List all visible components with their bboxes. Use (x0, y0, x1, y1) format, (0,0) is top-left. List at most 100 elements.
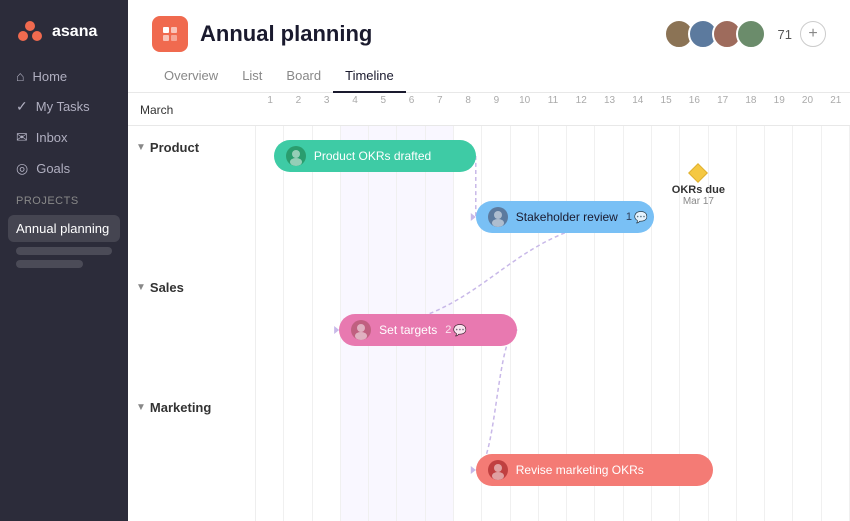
task-bar-set-targets[interactable]: Set targets 2 💬 (339, 314, 517, 346)
date-cell-5: 5 (369, 95, 397, 106)
task-label-product-okrs: Product OKRs drafted (314, 149, 431, 163)
milestone-diamond (688, 163, 708, 183)
header-left: Annual planning (152, 16, 372, 52)
sidebar: asana ⌂ Home ✓ My Tasks ✉ Inbox ◎ Goals … (0, 0, 128, 521)
date-cell-7: 7 (426, 95, 454, 106)
project-icon (152, 16, 188, 52)
tab-timeline[interactable]: Timeline (333, 60, 406, 93)
group-marketing-spacer: ▼ Marketing (128, 386, 255, 426)
main-content: Annual planning 71 + Overview List Board… (128, 0, 850, 521)
sidebar-item-annual-planning[interactable]: Annual planning (8, 215, 120, 242)
gantt-col-3 (313, 126, 341, 521)
collapse-arrow-sales[interactable]: ▼ (136, 282, 146, 293)
project-icon-svg (161, 25, 179, 43)
goals-icon: ◎ (16, 160, 28, 177)
dates-row: 123456789101112131415161718192021 (256, 93, 850, 108)
header-right: 71 + (664, 19, 826, 49)
group-product-spacer: ▼ Product (128, 126, 255, 166)
gantt-col-2 (284, 126, 312, 521)
groups-col: ▼ Product ▼ Sales ▼ Marketing (128, 126, 256, 521)
tab-overview[interactable]: Overview (152, 60, 230, 93)
date-cell-6: 6 (397, 95, 425, 106)
page-title: Annual planning (200, 21, 372, 47)
milestone-label: OKRs due (672, 184, 725, 196)
tab-list[interactable]: List (230, 60, 274, 93)
month-label: March (140, 99, 244, 119)
date-cell-20: 20 (793, 95, 821, 106)
date-cell-2: 2 (284, 95, 312, 106)
task-label-set-targets: Set targets (379, 323, 437, 337)
date-cell-11: 11 (539, 95, 567, 106)
date-cell-17: 17 (709, 95, 737, 106)
collapse-arrow-marketing[interactable]: ▼ (136, 402, 146, 413)
group-name-marketing: Marketing (150, 400, 211, 415)
check-icon: ✓ (16, 98, 28, 115)
group-row-marketing: ▼ Marketing (128, 386, 255, 415)
member-count: 71 (778, 27, 792, 42)
date-cell-19: 19 (765, 95, 793, 106)
avatar-4 (736, 19, 766, 49)
timeline-dates-area: 123456789101112131415161718192021 (256, 93, 850, 125)
comment-icon: 💬 (634, 211, 648, 224)
gantt-col-1 (256, 126, 284, 521)
sidebar-placeholder-2 (16, 260, 83, 268)
task-avatar-2 (488, 207, 508, 227)
gantt-area: Product OKRs drafted Stakeholder review … (256, 126, 850, 521)
task-bar-marketing-okrs[interactable]: Revise marketing OKRs (476, 454, 714, 486)
task-bar-product-okrs[interactable]: Product OKRs drafted (274, 140, 476, 172)
task-label-marketing-okrs: Revise marketing OKRs (516, 463, 644, 477)
add-member-button[interactable]: + (800, 21, 826, 47)
sidebar-item-label: Inbox (36, 130, 68, 145)
sidebar-item-home[interactable]: ⌂ Home (8, 62, 120, 90)
sidebar-item-label: Home (32, 69, 67, 84)
sidebar-projects: Annual planning (0, 211, 128, 277)
milestone-date: Mar 17 (683, 196, 714, 207)
group-sales-spacer: ▼ Sales (128, 266, 255, 306)
date-cell-4: 4 (341, 95, 369, 106)
comment-count-stakeholder: 1 (626, 211, 632, 223)
collapse-arrow-product[interactable]: ▼ (136, 142, 146, 153)
projects-label: Projects (0, 183, 128, 211)
gantt-col-18 (737, 126, 765, 521)
task-bar-stakeholder[interactable]: Stakeholder review 1 💬 (476, 201, 654, 233)
asana-icon (16, 18, 44, 46)
date-cell-10: 10 (511, 95, 539, 106)
date-cell-15: 15 (652, 95, 680, 106)
date-cell-12: 12 (567, 95, 595, 106)
task-avatar-4 (488, 460, 508, 480)
task-avatar-3 (351, 320, 371, 340)
comment-badge-stakeholder: 1 💬 (626, 211, 648, 224)
sidebar-item-label: Goals (36, 161, 70, 176)
group-name-sales: Sales (150, 280, 184, 295)
task-label-stakeholder: Stakeholder review (516, 210, 618, 224)
date-cell-16: 16 (680, 95, 708, 106)
inbox-icon: ✉ (16, 129, 28, 146)
group-product-space (128, 166, 255, 266)
gantt-col-21 (822, 126, 850, 521)
group-row-sales: ▼ Sales (128, 266, 255, 295)
date-cell-14: 14 (624, 95, 652, 106)
gantt-col-19 (765, 126, 793, 521)
timeline-header: March 123456789101112131415161718192021 (128, 93, 850, 126)
sidebar-item-mytasks[interactable]: ✓ My Tasks (8, 92, 120, 121)
tab-board[interactable]: Board (274, 60, 333, 93)
comment-icon-targets: 💬 (453, 324, 467, 337)
date-cell-8: 8 (454, 95, 482, 106)
sidebar-item-inbox[interactable]: ✉ Inbox (8, 123, 120, 152)
project-name: Annual planning (16, 221, 109, 236)
home-icon: ⌂ (16, 68, 24, 84)
sidebar-item-label: My Tasks (36, 99, 90, 114)
comment-count-targets: 2 (445, 324, 451, 336)
comment-badge-targets: 2 💬 (445, 324, 467, 337)
group-sales-space (128, 306, 255, 386)
timeline-body: ▼ Product ▼ Sales ▼ Marketing (128, 126, 850, 521)
timeline-container: March 123456789101112131415161718192021 … (128, 93, 850, 521)
milestone-okrs-due: OKRs due Mar 17 (672, 166, 725, 207)
task-avatar-1 (286, 146, 306, 166)
date-cell-3: 3 (313, 95, 341, 106)
sidebar-nav: ⌂ Home ✓ My Tasks ✉ Inbox ◎ Goals (0, 62, 128, 183)
sidebar-placeholder-1 (16, 247, 112, 255)
sidebar-logo: asana (0, 12, 128, 62)
tabs-bar: Overview List Board Timeline (128, 52, 850, 93)
sidebar-item-goals[interactable]: ◎ Goals (8, 154, 120, 183)
